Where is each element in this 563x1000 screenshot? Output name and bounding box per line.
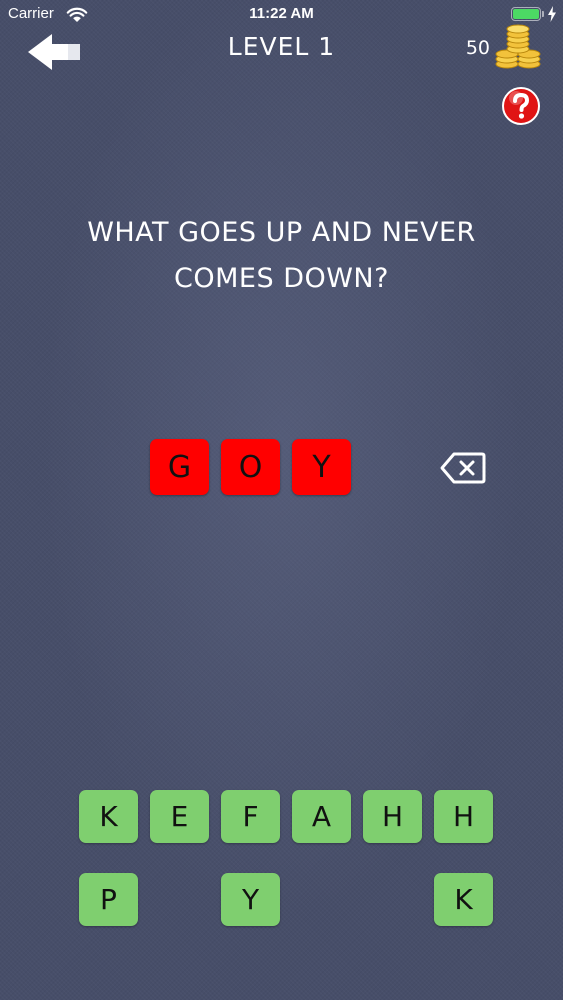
letter-key[interactable]: H bbox=[434, 790, 493, 843]
clock: 11:22 AM bbox=[249, 5, 314, 22]
riddle-question: WHAT GOES UP AND NEVER COMES DOWN? bbox=[87, 217, 476, 294]
status-bar: Carrier 11:22 AM bbox=[0, 0, 563, 30]
coin-count: 50 bbox=[465, 37, 490, 59]
coin-stack-icon bbox=[495, 24, 541, 69]
letter-key[interactable]: A bbox=[292, 790, 351, 843]
letter-key[interactable]: F bbox=[221, 790, 280, 843]
answer-slots: G O Y bbox=[150, 439, 351, 495]
help-button[interactable] bbox=[501, 86, 541, 126]
battery-fill bbox=[513, 9, 539, 19]
answer-slot[interactable]: Y bbox=[292, 439, 351, 495]
backspace-button[interactable] bbox=[440, 451, 486, 485]
battery-icon bbox=[511, 7, 541, 21]
backspace-icon bbox=[440, 452, 486, 484]
answer-slot[interactable]: O bbox=[221, 439, 280, 495]
key-row: K E F A H H bbox=[79, 790, 499, 843]
letter-key[interactable]: P bbox=[79, 873, 138, 926]
empty-key-slot bbox=[363, 873, 422, 926]
letter-key[interactable]: Y bbox=[221, 873, 280, 926]
key-row: P Y K bbox=[79, 873, 499, 926]
answer-slot[interactable]: G bbox=[150, 439, 209, 495]
letter-key[interactable]: K bbox=[79, 790, 138, 843]
question-mark-icon bbox=[502, 87, 540, 125]
letter-keyboard: K E F A H H P Y K bbox=[79, 790, 499, 956]
letter-key[interactable]: H bbox=[363, 790, 422, 843]
charging-bolt-icon bbox=[548, 6, 556, 22]
empty-key-slot bbox=[150, 873, 209, 926]
battery-tip bbox=[542, 11, 544, 17]
letter-key[interactable]: K bbox=[434, 873, 493, 926]
empty-key-slot bbox=[292, 873, 351, 926]
letter-key[interactable]: E bbox=[150, 790, 209, 843]
